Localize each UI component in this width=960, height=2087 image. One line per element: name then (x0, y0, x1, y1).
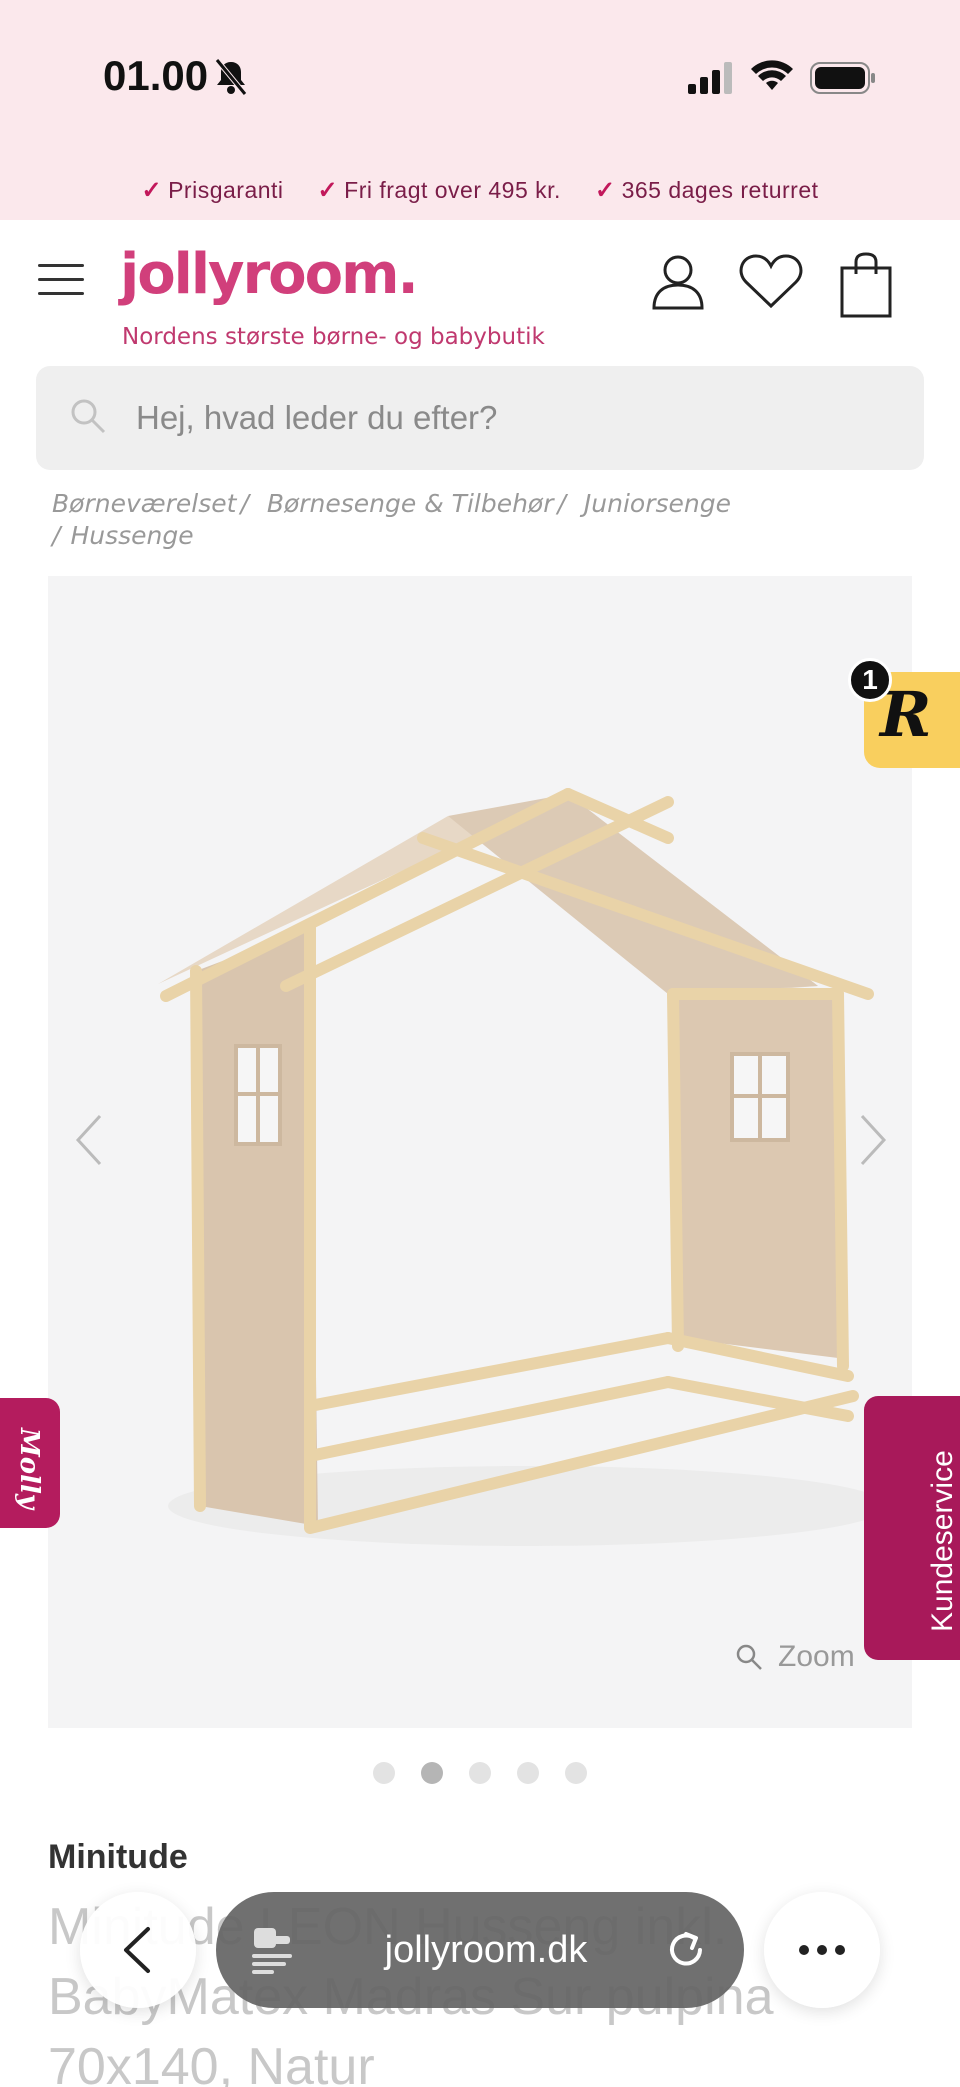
usp-item: ✓ 365 dages returret (594, 176, 819, 204)
url-text[interactable]: jollyroom.dk (316, 1892, 656, 2008)
molly-label: Molly (14, 1428, 44, 1509)
account-icon[interactable] (650, 252, 706, 310)
address-bar[interactable]: jollyroom.dk (216, 1892, 744, 2008)
gallery-dots (0, 1762, 960, 1784)
wifi-icon (751, 60, 793, 90)
house-bed-image (158, 788, 888, 1546)
gallery-dot[interactable] (565, 1762, 587, 1784)
gallery-dot[interactable] (517, 1762, 539, 1784)
customer-service-tab[interactable]: Kundeservice (864, 1396, 960, 1660)
breadcrumb-link[interactable]: Børnesenge & Tilbehør (267, 489, 554, 518)
zoom-icon (736, 1644, 762, 1670)
reader-mode-icon[interactable] (250, 1926, 294, 1976)
zoom-button[interactable]: Zoom (734, 1640, 855, 1674)
breadcrumb: Børneværelset / Børnesenge & Tilbehør / Ju… (52, 489, 731, 550)
more-options-button[interactable] (764, 1892, 880, 2008)
dot-icon (817, 1945, 827, 1955)
chevron-left-icon (124, 1927, 150, 1973)
reload-icon[interactable] (664, 1928, 708, 1972)
cellular-signal-icon (688, 62, 732, 94)
gallery-prev-icon[interactable] (70, 1110, 110, 1170)
gallery-dot[interactable] (373, 1762, 395, 1784)
gallery-next-icon[interactable] (852, 1110, 892, 1170)
usp-bar: ✓ Prisgaranti ✓ Fri fragt over 495 kr. ✓ 36… (0, 160, 960, 220)
gallery-dot[interactable] (469, 1762, 491, 1784)
check-icon: ✓ (594, 176, 616, 204)
site-logo[interactable]: jollyroom. (120, 242, 419, 307)
zoom-label: Zoom (778, 1640, 855, 1673)
usp-item: ✓ Fri fragt over 495 kr. (317, 176, 561, 204)
status-bar: 01.00 (0, 0, 960, 160)
customer-service-label: Kundeservice (926, 1450, 959, 1632)
search-icon (71, 399, 106, 434)
menu-icon[interactable] (38, 264, 84, 298)
check-icon: ✓ (141, 176, 163, 204)
check-icon: ✓ (317, 176, 339, 204)
molly-chat-tab[interactable]: Molly (0, 1398, 60, 1528)
dot-icon (835, 1945, 845, 1955)
site-tagline: Nordens største børne- og babybutik (122, 324, 545, 350)
breadcrumb-link[interactable]: Juniorsenge (584, 489, 731, 518)
product-brand[interactable]: Minitude (48, 1838, 188, 1877)
review-count-badge: 1 (848, 658, 892, 702)
site-header: jollyroom. Nordens største børne- og bab… (0, 220, 960, 360)
dot-icon (799, 1945, 809, 1955)
battery-icon (810, 62, 875, 94)
gallery-dot-active[interactable] (421, 1762, 443, 1784)
breadcrumb-link[interactable]: Børneværelset (52, 489, 236, 518)
bell-muted-icon (215, 58, 247, 96)
browser-back-button[interactable] (80, 1892, 196, 2008)
search-input[interactable] (136, 366, 896, 470)
search-bar[interactable] (36, 366, 924, 470)
heart-icon[interactable] (738, 252, 804, 310)
status-time: 01.00 (103, 52, 209, 99)
shopping-bag-icon[interactable] (840, 252, 892, 318)
usp-item: ✓ Prisgaranti (141, 176, 284, 204)
product-image[interactable] (48, 576, 912, 1728)
breadcrumb-link[interactable]: Hussenge (70, 521, 193, 550)
